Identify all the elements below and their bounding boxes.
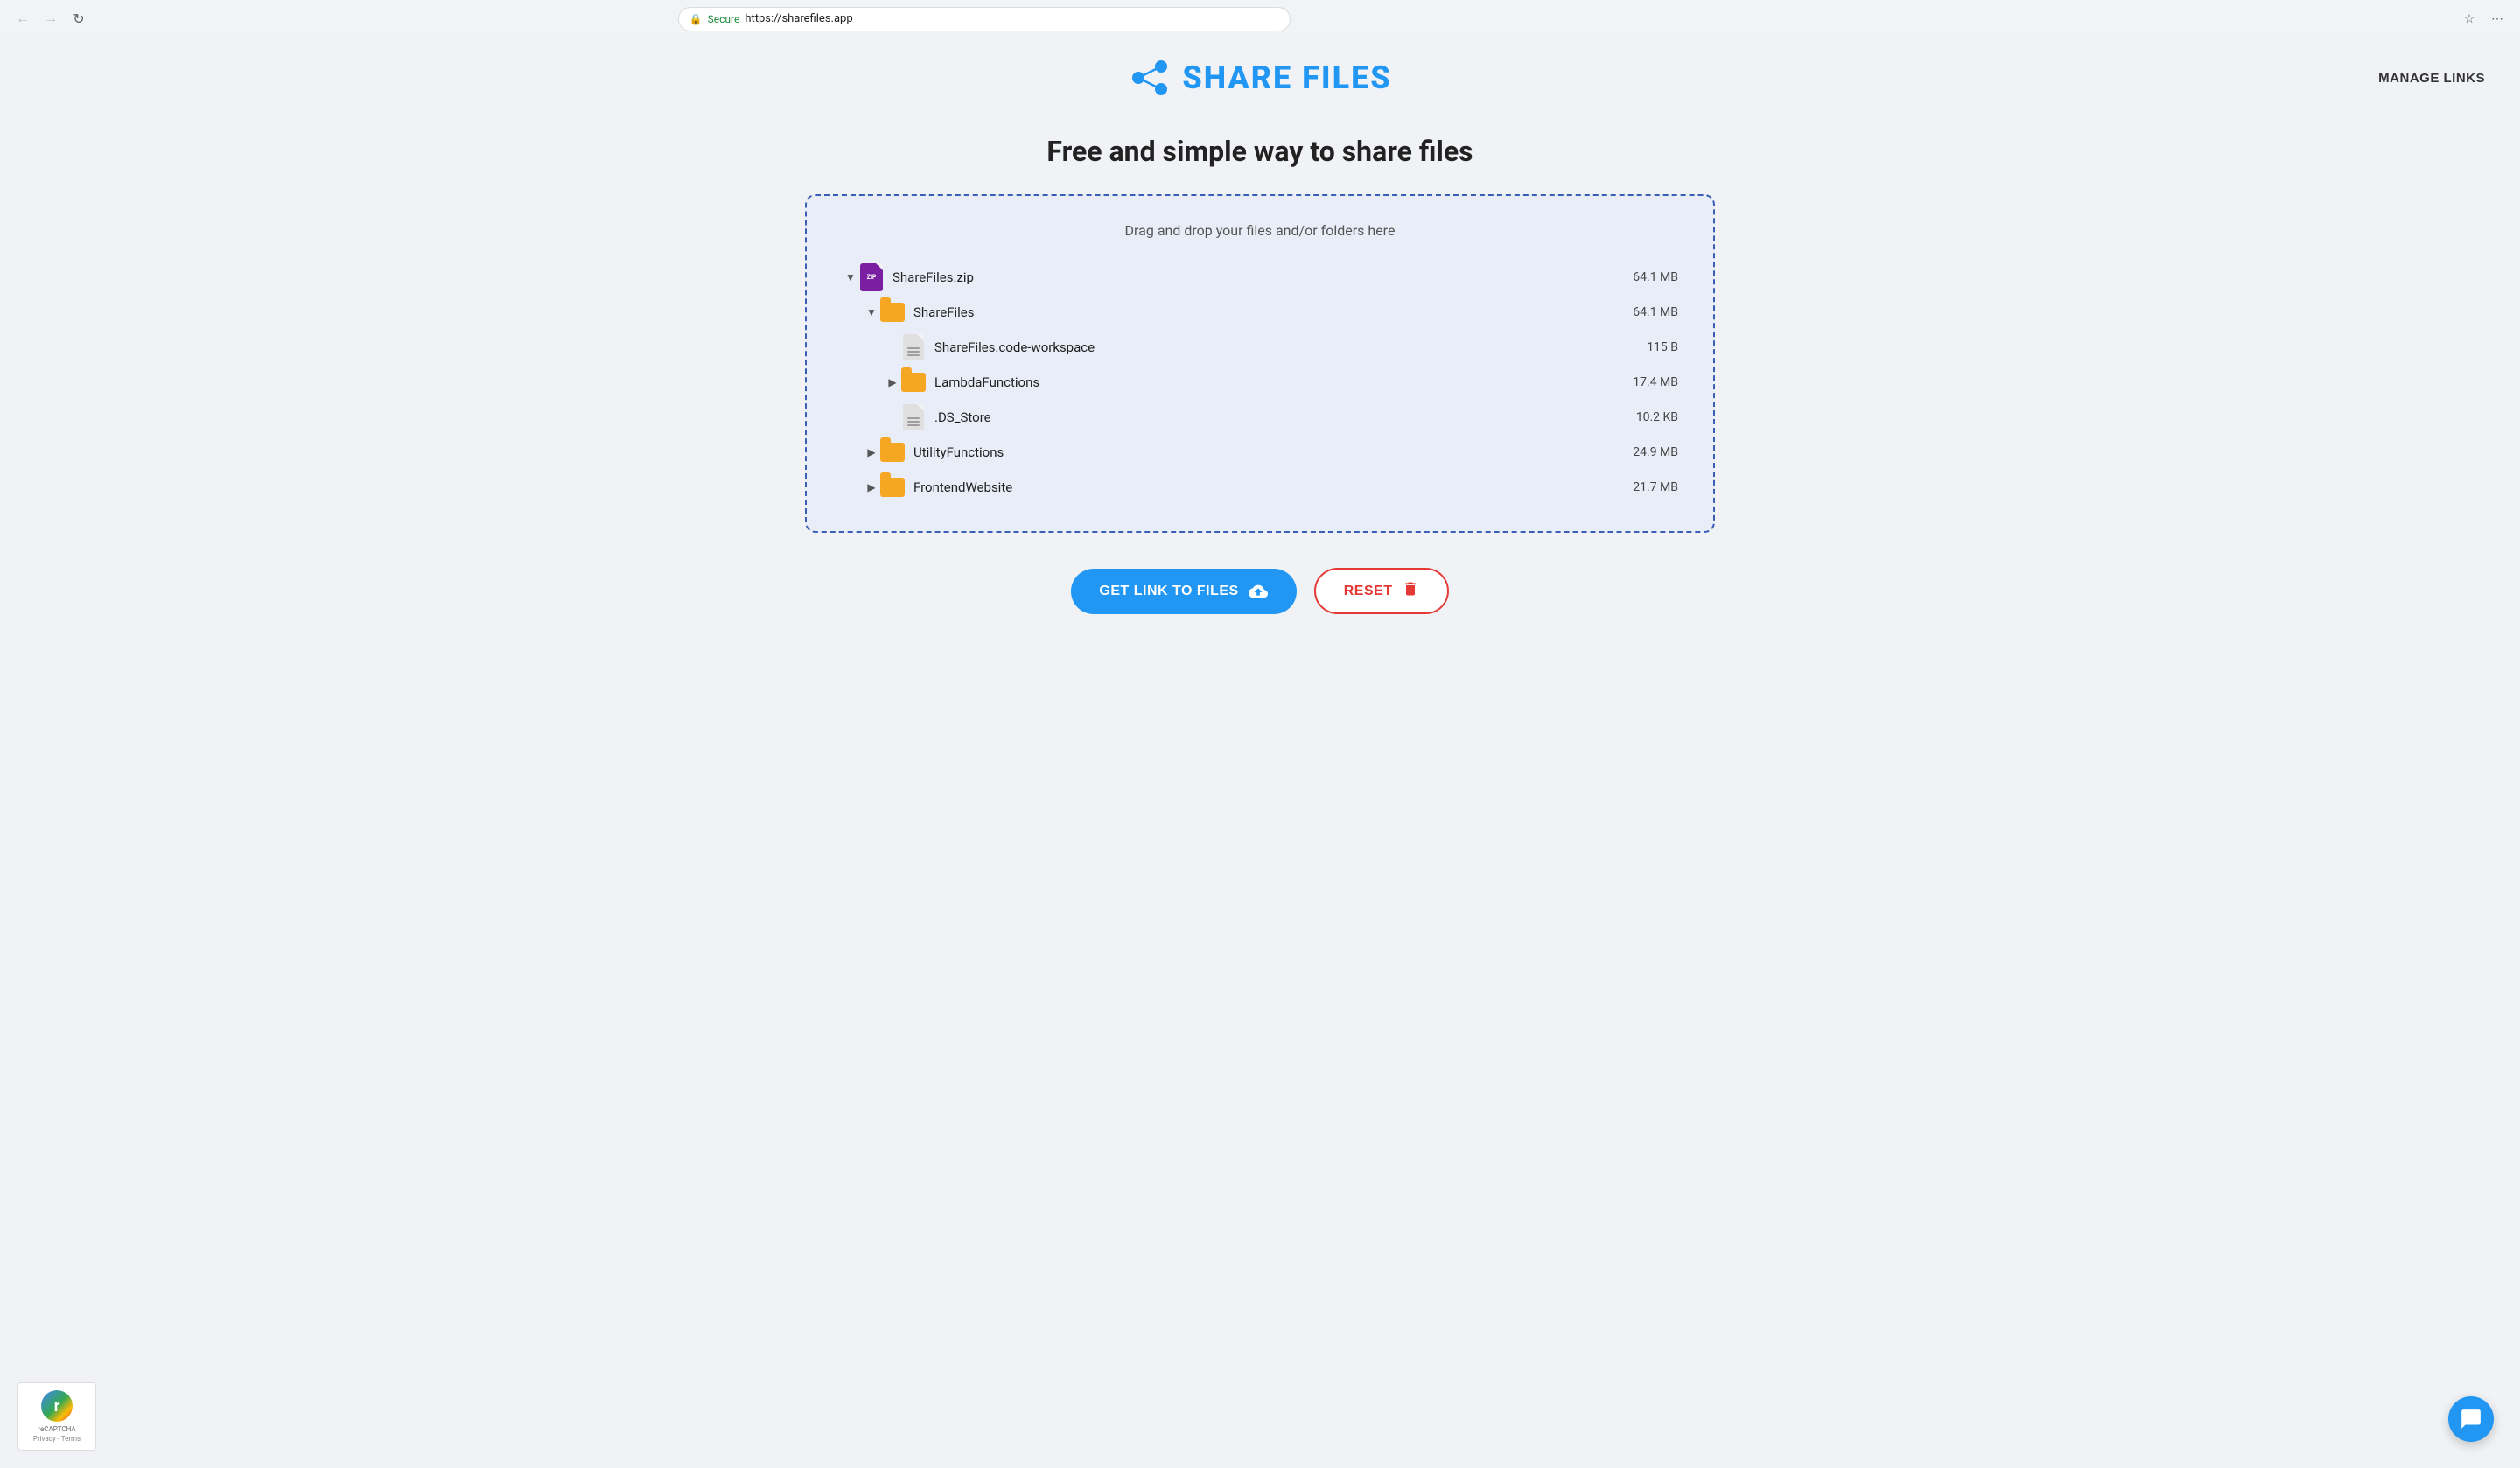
file-size: 115 B — [1647, 340, 1678, 354]
browser-actions: ☆ ⋯ — [2457, 7, 2510, 31]
file-size: 17.4 MB — [1633, 375, 1678, 389]
privacy-link[interactable]: Privacy — [33, 1435, 56, 1443]
doc-file-icon — [901, 405, 926, 430]
file-size: 21.7 MB — [1633, 480, 1678, 494]
page-title: Free and simple way to share files — [1046, 135, 1473, 168]
reset-button[interactable]: RESET — [1314, 568, 1449, 614]
tree-row: ShareFiles.code-workspace 115 B — [884, 330, 1678, 365]
folder-icon — [880, 440, 905, 465]
upload-icon — [1248, 581, 1269, 602]
filename: FrontendWebsite — [914, 479, 1012, 495]
tree-row: ▶ LambdaFunctions 17.4 MB — [884, 365, 1678, 400]
logo-text: SHARE FILES — [1182, 59, 1391, 96]
nav-buttons: ← → ↻ — [10, 7, 91, 31]
chat-bubble-button[interactable] — [2448, 1396, 2494, 1442]
drop-zone[interactable]: Drag and drop your files and/or folders … — [805, 194, 1715, 533]
zip-file-icon: ZIP — [859, 265, 884, 290]
filename: ShareFiles — [914, 304, 975, 320]
manage-links-button[interactable]: MANAGE LINKS — [2378, 71, 2485, 86]
main-content: Free and simple way to share files Drag … — [0, 117, 2520, 667]
extensions-button[interactable]: ⋯ — [2485, 7, 2510, 31]
terms-link[interactable]: Terms — [61, 1435, 80, 1443]
logo-container: SHARE FILES — [1128, 56, 1391, 100]
tree-row: ▼ ShareFiles 64.1 MB — [863, 295, 1678, 330]
filename: UtilityFunctions — [914, 444, 1004, 460]
get-link-button[interactable]: GET LINK TO FILES — [1071, 569, 1296, 614]
folder-icon — [880, 300, 905, 325]
back-button[interactable]: ← — [10, 7, 35, 31]
recaptcha-widget: r reCAPTCHA Privacy - Terms — [18, 1382, 96, 1451]
chevron-right-icon[interactable]: ▶ — [884, 374, 901, 391]
address-bar[interactable]: 🔒 Secure https://sharefiles.app — [678, 7, 1291, 31]
filename: .DS_Store — [934, 409, 991, 425]
folder-icon — [880, 475, 905, 500]
secure-icon: 🔒 — [690, 13, 703, 25]
bookmark-button[interactable]: ☆ — [2457, 7, 2482, 31]
app-container: SHARE FILES MANAGE LINKS Free and simple… — [0, 38, 2520, 1468]
buttons-row: GET LINK TO FILES RESET — [1071, 568, 1448, 614]
tree-row: ▶ UtilityFunctions 24.9 MB — [863, 435, 1678, 470]
chevron-right-icon[interactable]: ▶ — [863, 479, 880, 496]
chevron-right-icon[interactable]: ▶ — [863, 444, 880, 461]
reset-label: RESET — [1344, 584, 1393, 599]
drop-hint: Drag and drop your files and/or folders … — [842, 222, 1678, 239]
app-header: SHARE FILES MANAGE LINKS — [0, 38, 2520, 117]
url-text: https://sharefiles.app — [745, 12, 852, 25]
recaptcha-text: reCAPTCHA — [25, 1425, 88, 1433]
chevron-down-icon[interactable]: ▼ — [863, 304, 880, 321]
file-size: 64.1 MB — [1633, 305, 1678, 319]
forward-button[interactable]: → — [38, 7, 63, 31]
recaptcha-logo: r — [41, 1390, 73, 1422]
recaptcha-links: Privacy - Terms — [25, 1435, 88, 1443]
tree-row: ▼ ZIP ShareFiles.zip 64.1 MB — [842, 260, 1678, 295]
tree-row: ▶ FrontendWebsite 21.7 MB — [863, 470, 1678, 505]
reload-button[interactable]: ↻ — [66, 7, 91, 31]
trash-icon — [1402, 580, 1419, 602]
browser-chrome: ← → ↻ 🔒 Secure https://sharefiles.app ☆ … — [0, 0, 2520, 38]
get-link-label: GET LINK TO FILES — [1099, 584, 1238, 599]
folder-icon — [901, 370, 926, 395]
file-tree: ▼ ZIP ShareFiles.zip 64.1 MB ▼ ShareFile… — [842, 260, 1678, 505]
tree-row: .DS_Store 10.2 KB — [884, 400, 1678, 435]
secure-label: Secure — [708, 13, 740, 25]
logo-icon — [1128, 56, 1172, 100]
file-size: 10.2 KB — [1636, 410, 1678, 424]
filename: ShareFiles.code-workspace — [934, 339, 1095, 355]
chevron-down-icon[interactable]: ▼ — [842, 269, 859, 286]
filename: ShareFiles.zip — [892, 269, 974, 285]
doc-file-icon — [901, 335, 926, 360]
filename: LambdaFunctions — [934, 374, 1040, 390]
file-size: 24.9 MB — [1633, 445, 1678, 459]
file-size: 64.1 MB — [1633, 270, 1678, 284]
chat-icon — [2460, 1408, 2482, 1430]
